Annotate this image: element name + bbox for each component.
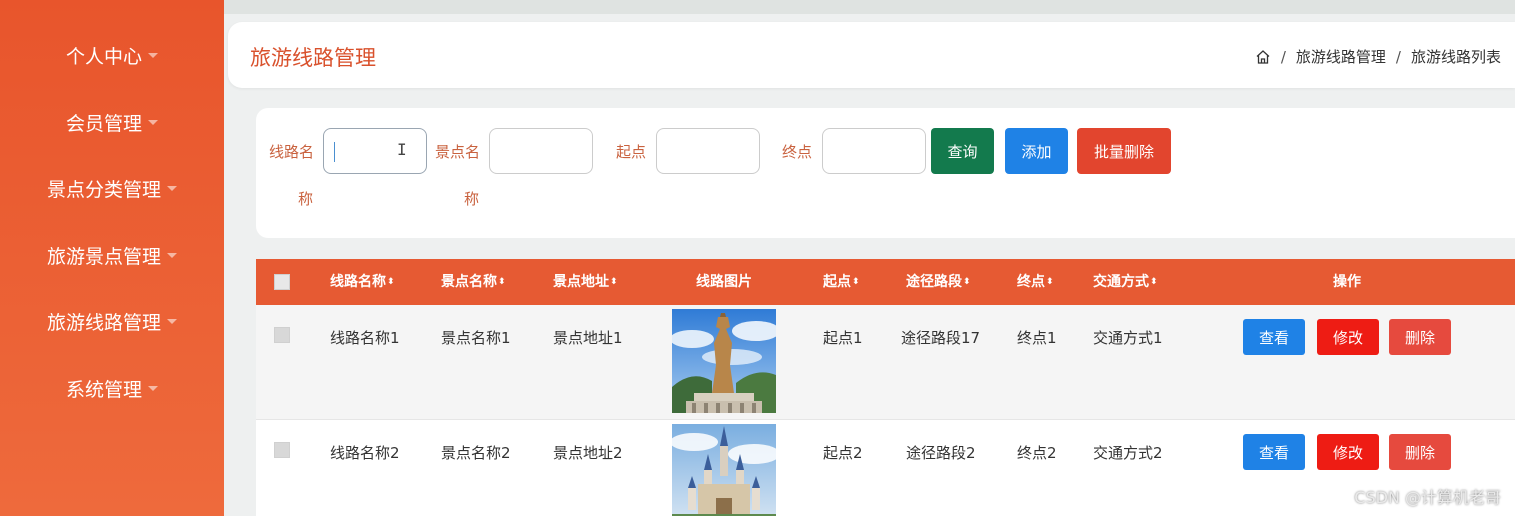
caret-down-icon — [148, 385, 158, 391]
cell-start: 起点1 — [823, 329, 863, 347]
route-table: 线路名称⬍ 景点名称⬍ 景点地址⬍ 线路图片 起点⬍ 途径路段⬍ 终点⬍ 交通方… — [256, 259, 1515, 516]
cell-end: 终点1 — [1017, 329, 1057, 347]
row-checkbox[interactable] — [274, 327, 290, 343]
sort-icon: ⬍ — [498, 277, 506, 287]
sort-icon: ⬍ — [1150, 277, 1158, 287]
route-image-statue — [672, 309, 776, 413]
column-header-transport[interactable]: 交通方式⬍ — [1093, 259, 1158, 305]
cell-transport: 交通方式2 — [1093, 444, 1163, 462]
cell-spot-address: 景点地址1 — [553, 329, 623, 347]
watermark: CSDN @计算机老哥 — [1354, 488, 1501, 507]
caret-down-icon — [167, 185, 177, 191]
end-label: 终点 — [782, 143, 813, 161]
route-name-label-wrap: 称 — [298, 190, 314, 208]
sidebar-item-label: 景点分类管理 — [46, 178, 161, 201]
column-header-actions: 操作 — [1333, 274, 1361, 290]
spot-name-label-wrap: 称 — [464, 190, 480, 208]
search-panel: 线路名 称 I 景点名 称 起点 终点 查询 添加 批量删除 — [256, 108, 1515, 238]
route-name-input[interactable]: I — [323, 128, 427, 174]
sidebar-item-spots[interactable]: 旅游景点管理 — [0, 235, 224, 275]
route-image-castle — [672, 424, 776, 516]
text-cursor — [334, 142, 335, 162]
cell-transport: 交通方式1 — [1093, 329, 1163, 347]
caret-down-icon — [167, 252, 177, 258]
sidebar-item-members[interactable]: 会员管理 — [0, 102, 224, 142]
column-label: 途径路段 — [906, 274, 962, 290]
row-checkbox[interactable] — [274, 442, 290, 458]
end-input[interactable] — [822, 128, 926, 174]
sidebar-item-label: 系统管理 — [65, 378, 142, 401]
column-header-via[interactable]: 途径路段⬍ — [906, 259, 971, 305]
sidebar-item-spot-categories[interactable]: 景点分类管理 — [0, 168, 224, 208]
page-title: 旅游线路管理 — [250, 46, 376, 70]
route-name-label: 线路名 — [269, 143, 315, 161]
column-label: 交通方式 — [1093, 274, 1149, 290]
column-header-start[interactable]: 起点⬍ — [823, 259, 860, 305]
sidebar-item-label: 旅游线路管理 — [46, 311, 161, 334]
caret-down-icon — [148, 52, 158, 58]
cell-spot-name: 景点名称1 — [441, 329, 511, 347]
cell-route-name: 线路名称2 — [330, 444, 400, 462]
cell-via: 途径路段2 — [906, 444, 976, 462]
sort-icon: ⬍ — [1046, 277, 1054, 287]
header-card: 旅游线路管理 / 旅游线路管理 / 旅游线路列表 — [228, 22, 1515, 88]
query-button[interactable]: 查询 — [931, 128, 994, 174]
breadcrumb-item-route-list: 旅游线路列表 — [1410, 48, 1501, 66]
spot-name-input[interactable] — [489, 128, 593, 174]
column-header-end[interactable]: 终点⬍ — [1017, 259, 1054, 305]
start-label: 起点 — [616, 143, 647, 161]
breadcrumb-item-routes[interactable]: 旅游线路管理 — [1296, 46, 1386, 67]
sort-icon: ⬍ — [610, 277, 618, 287]
column-header-route-image: 线路图片 — [696, 274, 752, 290]
sidebar-item-label: 旅游景点管理 — [46, 245, 161, 268]
top-strip — [224, 0, 1515, 14]
edit-button[interactable]: 修改 — [1317, 319, 1379, 355]
table-row: 线路名称1 景点名称1 景点地址1 起点1 途径路段17 终点1 交通方式1 查… — [256, 305, 1515, 420]
sidebar-item-routes[interactable]: 旅游线路管理 — [0, 301, 224, 341]
view-button[interactable]: 查看 — [1243, 319, 1305, 355]
cell-end: 终点2 — [1017, 444, 1057, 462]
add-button[interactable]: 添加 — [1005, 128, 1068, 174]
column-label: 终点 — [1017, 274, 1045, 290]
cell-via: 途径路段17 — [901, 329, 981, 347]
sort-icon: ⬍ — [852, 277, 860, 287]
breadcrumb-separator: / — [1395, 47, 1401, 66]
column-header-route-name[interactable]: 线路名称⬍ — [330, 259, 395, 305]
delete-button[interactable]: 删除 — [1389, 319, 1451, 355]
home-icon[interactable] — [1255, 49, 1271, 65]
sidebar: 个人中心 会员管理 景点分类管理 旅游景点管理 旅游线路管理 系统管理 — [0, 0, 224, 516]
cell-route-name: 线路名称1 — [330, 329, 400, 347]
caret-down-icon — [167, 318, 177, 324]
select-all-checkbox[interactable] — [274, 274, 290, 290]
caret-down-icon — [148, 119, 158, 125]
spot-name-label: 景点名 — [435, 143, 481, 161]
sidebar-item-label: 会员管理 — [65, 112, 142, 135]
ibeam-cursor-icon: I — [397, 140, 407, 159]
start-input[interactable] — [656, 128, 760, 174]
table-row: 线路名称2 景点名称2 景点地址2 起点2 途径路段2 终点2 交通方式2 查看… — [256, 420, 1515, 516]
batch-delete-button[interactable]: 批量删除 — [1077, 128, 1171, 174]
breadcrumb: / 旅游线路管理 / 旅游线路列表 — [1255, 46, 1501, 67]
cell-spot-name: 景点名称2 — [441, 444, 511, 462]
delete-button[interactable]: 删除 — [1389, 434, 1451, 470]
column-label: 线路名称 — [330, 274, 386, 290]
column-header-spot-name[interactable]: 景点名称⬍ — [441, 259, 506, 305]
column-header-spot-address[interactable]: 景点地址⬍ — [553, 259, 618, 305]
view-button[interactable]: 查看 — [1243, 434, 1305, 470]
sort-icon: ⬍ — [963, 277, 971, 287]
sidebar-item-label: 个人中心 — [65, 45, 142, 68]
sort-icon: ⬍ — [387, 277, 395, 287]
column-label: 起点 — [823, 274, 851, 290]
cell-spot-address: 景点地址2 — [553, 444, 623, 462]
sidebar-item-personal-center[interactable]: 个人中心 — [0, 35, 224, 75]
table-header: 线路名称⬍ 景点名称⬍ 景点地址⬍ 线路图片 起点⬍ 途径路段⬍ 终点⬍ 交通方… — [256, 259, 1515, 305]
breadcrumb-separator: / — [1280, 47, 1286, 66]
column-label: 景点名称 — [441, 274, 497, 290]
sidebar-item-system[interactable]: 系统管理 — [0, 368, 224, 408]
cell-start: 起点2 — [823, 444, 863, 462]
edit-button[interactable]: 修改 — [1317, 434, 1379, 470]
column-label: 景点地址 — [553, 274, 609, 290]
